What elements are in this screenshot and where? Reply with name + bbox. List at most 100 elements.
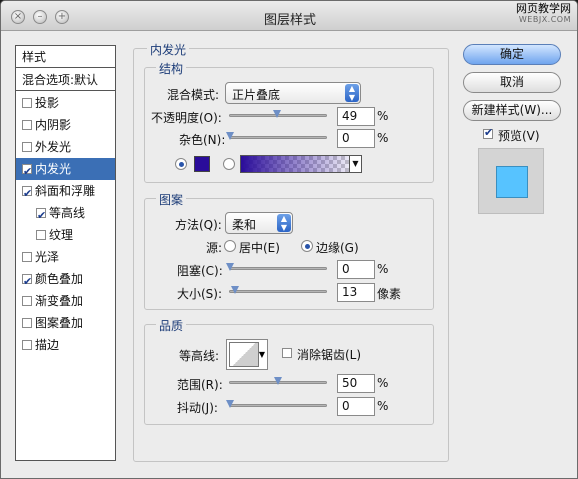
style-item-label: 渐变叠加 [35,294,84,308]
source-edge-label[interactable]: 边缘(G) [316,239,359,256]
style-item-texture[interactable]: 纹理 [16,224,115,246]
watermark-line2: WEBJX.COM [518,15,571,24]
source-label: 源: [206,241,223,255]
dropdown-arrow-icon: ▼ [349,156,361,172]
size-slider[interactable] [229,286,327,294]
style-item-label: 投影 [35,96,60,110]
style-item-outer-glow[interactable]: 外发光 [16,136,115,158]
style-item-label: 内发光 [35,162,72,176]
drop-shadow-checkbox[interactable] [22,97,32,108]
style-item-satin[interactable]: 光泽 [16,246,115,268]
noise-slider-thumb[interactable] [226,132,234,140]
style-item-label: 等高线 [49,206,86,220]
inner-glow-checkbox[interactable] [22,161,32,183]
preview-checkbox[interactable] [483,126,493,139]
bevel-emboss-checkbox[interactable] [22,183,32,205]
style-item-label: 颜色叠加 [35,272,84,286]
gradient-overlay-checkbox[interactable] [22,295,32,306]
title-bar: × – + 图层样式 网页教学网 WEBJX.COM [1,1,577,31]
jitter-slider-thumb[interactable] [226,400,234,408]
styles-header[interactable]: 样式 [16,46,115,68]
contour-checkbox[interactable] [36,205,46,227]
size-slider-thumb[interactable] [230,286,239,294]
inner-shadow-checkbox[interactable] [22,119,32,130]
cancel-button[interactable]: 取消 [463,72,561,93]
size-input[interactable]: 13 [337,283,375,302]
ok-button[interactable]: 确定 [463,44,561,65]
contour-thumbnail [229,342,259,367]
satin-checkbox[interactable] [22,251,32,262]
contour-picker[interactable]: ▼ [226,339,268,370]
opacity-input[interactable]: 49 [337,107,375,126]
antialias-label[interactable]: 消除锯齿(L) [297,346,361,363]
range-label: 范围(R): [177,378,223,392]
watermark-line1: 网页教学网 [516,2,571,15]
updown-arrow-icon: ▲ ▼ [345,84,359,102]
style-item-color-overlay[interactable]: 颜色叠加 [16,268,115,293]
style-item-label: 图案叠加 [35,316,84,330]
layer-style-dialog: × – + 图层样式 网页教学网 WEBJX.COM 样式 混合选项:默认 投影… [0,0,578,479]
source-center-radio[interactable] [224,240,236,252]
preview-label[interactable]: 预览(V) [498,127,540,144]
range-unit: % [377,376,389,390]
structure-title: 结构 [156,60,187,77]
gradient-radio[interactable] [223,158,235,170]
stroke-checkbox[interactable] [22,339,32,350]
choke-input[interactable]: 0 [337,260,375,279]
noise-slider[interactable] [226,132,327,140]
method-select[interactable]: 柔和 ▲ ▼ [225,212,293,234]
opacity-unit: % [377,109,389,123]
preview-thumbnail [496,166,528,198]
style-item-inner-glow[interactable]: 内发光 [16,158,115,183]
dropdown-arrow-icon: ▼ [258,350,265,359]
jitter-label: 抖动(J): [177,401,218,415]
range-slider-thumb[interactable] [274,377,282,385]
opacity-slider-thumb[interactable] [273,110,282,118]
pattern-overlay-checkbox[interactable] [22,317,32,328]
noise-input[interactable]: 0 [337,129,375,148]
source-edge-radio[interactable] [301,240,313,252]
outer-glow-checkbox[interactable] [22,141,32,152]
style-item-label: 内阴影 [35,118,72,132]
elements-title: 图案 [156,191,187,208]
window-title: 图层样式 [263,13,316,28]
style-list: 样式 混合选项:默认 投影 内阴影 外发光 内发光 斜面和浮雕 等高线 纹理 光… [15,45,116,461]
color-overlay-checkbox[interactable] [22,271,32,293]
style-item-contour[interactable]: 等高线 [16,202,115,227]
quality-title: 品质 [156,317,187,334]
antialias-checkbox[interactable] [282,348,292,358]
style-item-drop-shadow[interactable]: 投影 [16,92,115,114]
style-item-label: 光泽 [35,250,60,264]
solid-color-radio[interactable] [175,158,187,170]
style-item-pattern-overlay[interactable]: 图案叠加 [16,312,115,334]
size-label: 大小(S): [177,287,223,301]
choke-slider-thumb[interactable] [226,263,234,271]
blend-mode-select[interactable]: 正片叠底 ▲ ▼ [225,82,361,104]
noise-label: 杂色(N): [179,133,226,147]
jitter-unit: % [377,399,389,413]
jitter-input[interactable]: 0 [337,397,375,416]
watermark: 网页教学网 WEBJX.COM [516,3,571,25]
gradient-picker[interactable]: ▼ [240,155,362,173]
choke-slider[interactable] [226,263,327,271]
method-label: 方法(Q): [175,218,222,232]
contour-label: 等高线: [179,349,220,363]
style-item-bevel-emboss[interactable]: 斜面和浮雕 [16,180,115,205]
choke-label: 阻塞(C): [177,264,223,278]
style-item-gradient-overlay[interactable]: 渐变叠加 [16,290,115,312]
jitter-slider[interactable] [226,400,327,408]
style-item-stroke[interactable]: 描边 [16,334,115,356]
blend-mode-label: 混合模式: [167,88,220,102]
new-style-button[interactable]: 新建样式(W)... [463,100,561,121]
blending-options-item[interactable]: 混合选项:默认 [16,69,115,91]
glow-color-swatch[interactable] [194,156,210,172]
range-input[interactable]: 50 [337,374,375,393]
source-center-label[interactable]: 居中(E) [239,239,280,256]
range-slider[interactable] [229,377,327,385]
texture-checkbox[interactable] [36,229,46,240]
style-item-inner-shadow[interactable]: 内阴影 [16,114,115,136]
opacity-slider[interactable] [229,110,327,118]
style-item-label: 描边 [35,338,60,352]
blend-mode-value: 正片叠底 [232,88,281,102]
noise-unit: % [377,131,389,145]
